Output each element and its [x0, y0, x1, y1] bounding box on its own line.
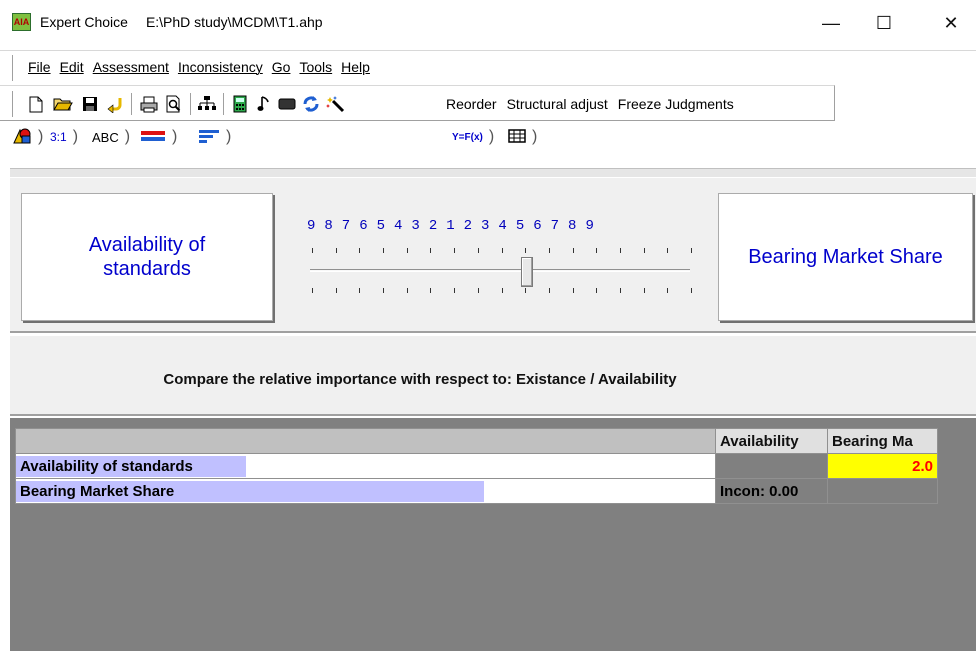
menu-tools[interactable]: Tools [299, 59, 332, 75]
structural-adjust-button[interactable]: Structural adjust [507, 96, 608, 112]
bars-horizontal-icon [198, 129, 220, 146]
menu-go[interactable]: Go [272, 59, 291, 75]
freeze-judgments-button[interactable]: Freeze Judgments [618, 96, 734, 112]
toolbar-separator [190, 93, 192, 115]
tab-verbal[interactable]: ABC) [92, 126, 130, 148]
menu-file[interactable]: File [28, 59, 51, 75]
undo-icon[interactable] [105, 94, 125, 114]
row-header-availability[interactable]: Availability of standards [15, 453, 716, 479]
left-element-label: Availability of standards [88, 234, 206, 280]
magic-wand-icon[interactable] [326, 94, 346, 114]
column-header-availability[interactable]: Availability [715, 428, 828, 454]
new-file-icon[interactable] [26, 94, 46, 114]
right-element-box[interactable]: Bearing Market Share [718, 193, 973, 321]
comparison-prompt: Compare the relative importance with res… [163, 371, 677, 388]
comparison-pane: Availability of standards 9 8 7 6 5 4 3 … [10, 178, 976, 333]
judgment-matrix: Availability Bearing Ma Availability of … [15, 428, 938, 504]
tab-graphical[interactable]: ) [140, 126, 177, 148]
scale-labels: 9 8 7 6 5 4 3 2 1 2 3 4 5 6 7 8 9 [307, 218, 595, 234]
tab-questionnaire[interactable]: ) [198, 126, 231, 148]
file-path: E:\PhD study\MCDM\T1.ahp [145, 14, 323, 30]
scale-ticks-top [312, 248, 692, 254]
rectangle-icon[interactable] [277, 94, 297, 114]
menu-assessment[interactable]: Assessment [93, 59, 169, 75]
tab-model-view[interactable]: ) [12, 126, 43, 148]
judgment-cell[interactable]: 2.0 [827, 453, 938, 479]
judgment-scale[interactable]: 9 8 7 6 5 4 3 2 1 2 3 4 5 6 7 8 9 [307, 218, 697, 298]
tab-verbal-label: ABC [92, 129, 119, 145]
matrix-corner-cell [15, 428, 716, 454]
row-label: Availability of standards [16, 455, 246, 477]
music-note-icon[interactable] [254, 94, 274, 114]
slider-thumb[interactable] [521, 257, 533, 287]
pane-header-strip [10, 168, 976, 177]
reorder-button[interactable]: Reorder [446, 96, 497, 112]
open-folder-icon[interactable] [53, 94, 73, 114]
minimize-button[interactable]: — [808, 0, 854, 46]
scale-ticks-bottom [312, 288, 692, 294]
expert-choice-logo-icon: AIA [12, 13, 31, 31]
title-bar: AIA Expert Choice E:\PhD study\MCDM\T1.ah… [0, 0, 976, 46]
toolbar-separator [223, 93, 225, 115]
toolbar-grip [12, 91, 14, 117]
shapes-icon [12, 127, 32, 148]
menu-help[interactable]: Help [341, 59, 370, 75]
prompt-pane: Compare the relative importance with res… [10, 336, 976, 416]
print-preview-icon[interactable] [164, 94, 184, 114]
comparison-mode-tabs: ) 3:1) ABC) ) ) Y=F(x)) ) [0, 122, 976, 152]
window-title: Expert Choice E:\PhD study\MCDM\T1.ahp [40, 14, 323, 30]
app-name: Expert Choice [40, 14, 128, 30]
toolbar: Reorder Structural adjust Freeze Judgmen… [0, 85, 835, 121]
slider-track[interactable] [310, 269, 690, 272]
inconsistency-cell: Incon: 0.00 [715, 478, 828, 504]
tab-formula[interactable]: Y=F(x)) [452, 126, 494, 148]
toolbar-separator [131, 93, 133, 115]
diagonal-cell [715, 453, 828, 479]
menu-edit[interactable]: Edit [60, 59, 84, 75]
left-element-box[interactable]: Availability of standards [21, 193, 273, 321]
diagonal-cell [827, 478, 938, 504]
calculator-icon[interactable] [230, 94, 250, 114]
bars-red-blue-icon [140, 130, 166, 145]
tab-formula-label: Y=F(x) [452, 131, 483, 143]
tab-numerical[interactable]: 3:1) [50, 126, 78, 148]
print-icon[interactable] [139, 94, 159, 114]
maximize-button[interactable]: ☐ [861, 0, 907, 46]
judgment-matrix-pane: Availability Bearing Ma Availability of … [10, 418, 976, 651]
refresh-icon[interactable] [301, 94, 321, 114]
row-label: Bearing Market Share [16, 480, 484, 502]
menubar-grip [12, 55, 14, 81]
table-row: Bearing Market Share Incon: 0.00 [15, 478, 938, 504]
matrix-header-row: Availability Bearing Ma [15, 428, 938, 454]
tab-matrix[interactable]: ) [508, 126, 537, 148]
table-row: Availability of standards 2.0 [15, 453, 938, 479]
menu-inconsistency[interactable]: Inconsistency [178, 59, 263, 75]
right-element-label: Bearing Market Share [748, 246, 943, 268]
hierarchy-icon[interactable] [197, 94, 217, 114]
grid-table-icon [508, 128, 526, 146]
tab-numerical-label: 3:1 [50, 130, 67, 144]
close-button[interactable]: ✕ [928, 0, 974, 46]
row-header-bearing[interactable]: Bearing Market Share [15, 478, 716, 504]
save-icon[interactable] [80, 94, 100, 114]
menu-bar: File Edit Assessment Inconsistency Go To… [0, 50, 976, 83]
column-header-bearing[interactable]: Bearing Ma [827, 428, 938, 454]
